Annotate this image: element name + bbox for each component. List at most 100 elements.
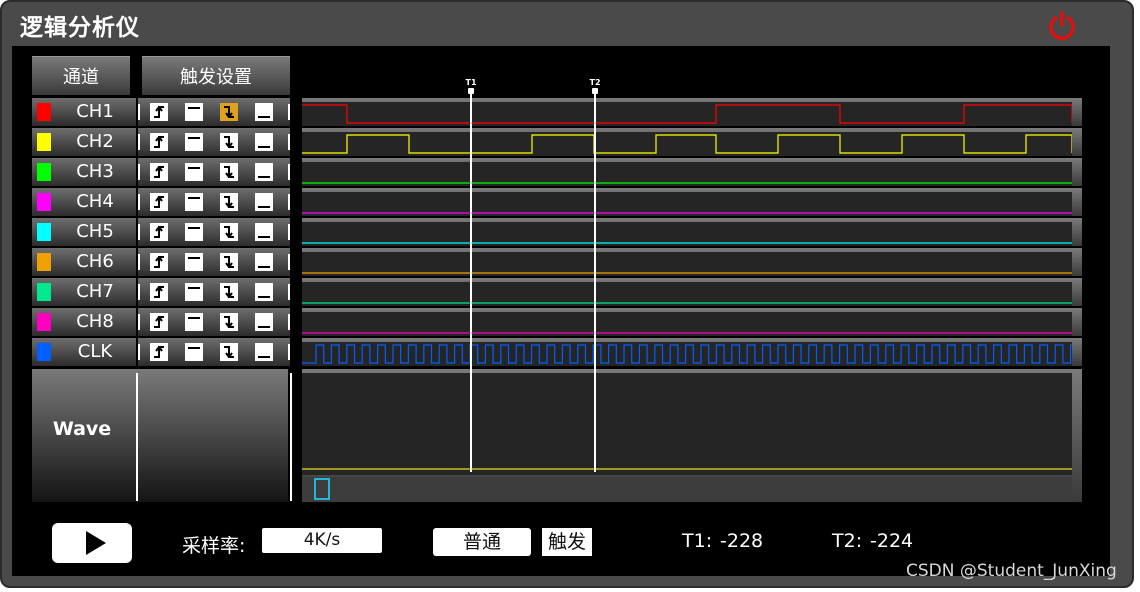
cursor-t1-tag: T1 bbox=[465, 78, 477, 87]
waveform-ch1 bbox=[302, 102, 1072, 126]
wave-scrollbar[interactable] bbox=[302, 477, 1072, 502]
falling-edge-icon[interactable] bbox=[220, 163, 238, 181]
falling-edge-icon[interactable] bbox=[220, 343, 238, 361]
app-title: 逻辑分析仪 bbox=[20, 15, 140, 41]
t1-label: T1: bbox=[682, 530, 713, 552]
rising-edge-icon[interactable] bbox=[150, 253, 168, 271]
channel-label-block[interactable]: CH1 bbox=[32, 98, 136, 126]
separator bbox=[138, 284, 140, 300]
trigger-mode-group bbox=[138, 188, 290, 216]
high-level-icon[interactable] bbox=[185, 223, 203, 241]
rising-edge-icon[interactable] bbox=[150, 343, 168, 361]
channel-color-swatch bbox=[37, 283, 51, 301]
low-level-icon[interactable] bbox=[255, 313, 273, 331]
separator bbox=[288, 224, 290, 240]
separator bbox=[138, 224, 140, 240]
channel-name: CH3 bbox=[76, 161, 114, 182]
channels-button[interactable]: 通道 bbox=[32, 56, 130, 95]
channel-label-block[interactable]: CH2 bbox=[32, 128, 136, 156]
separator bbox=[138, 344, 140, 360]
channel-row-ch2: CH2 bbox=[32, 128, 1082, 156]
sample-rate-field[interactable]: 4K/s bbox=[262, 528, 382, 553]
rising-edge-icon[interactable] bbox=[150, 133, 168, 151]
cursor-t2-line[interactable] bbox=[594, 91, 596, 472]
falling-edge-icon[interactable] bbox=[220, 103, 238, 121]
channel-label-block[interactable]: CH7 bbox=[32, 278, 136, 306]
high-level-icon[interactable] bbox=[185, 283, 203, 301]
falling-edge-icon[interactable] bbox=[220, 223, 238, 241]
channel-label-block[interactable]: CLK bbox=[32, 338, 136, 366]
high-level-icon[interactable] bbox=[185, 133, 203, 151]
separator bbox=[288, 284, 290, 300]
high-level-icon[interactable] bbox=[185, 343, 203, 361]
separator bbox=[138, 314, 140, 330]
low-level-icon[interactable] bbox=[255, 343, 273, 361]
trigger-mode-group bbox=[138, 218, 290, 246]
rising-edge-icon[interactable] bbox=[150, 193, 168, 211]
channel-color-swatch bbox=[37, 133, 51, 151]
separator bbox=[288, 134, 290, 150]
falling-edge-icon[interactable] bbox=[220, 193, 238, 211]
waveform-ch7 bbox=[302, 282, 1072, 306]
channel-color-swatch bbox=[37, 193, 51, 211]
rising-edge-icon[interactable] bbox=[150, 223, 168, 241]
separator bbox=[138, 134, 140, 150]
channel-color-swatch bbox=[37, 313, 51, 331]
rising-edge-icon[interactable] bbox=[150, 163, 168, 181]
channel-name: CLK bbox=[77, 341, 113, 362]
high-level-icon[interactable] bbox=[185, 163, 203, 181]
channel-color-swatch bbox=[37, 103, 51, 121]
rising-edge-icon[interactable] bbox=[150, 283, 168, 301]
mode-normal-button[interactable]: 普通 bbox=[433, 528, 531, 556]
trigger-settings-button[interactable]: 触发设置 bbox=[142, 56, 290, 95]
falling-edge-icon[interactable] bbox=[220, 133, 238, 151]
mode-trigger-button[interactable]: 触发 bbox=[542, 528, 592, 556]
falling-edge-icon[interactable] bbox=[220, 313, 238, 331]
low-level-icon[interactable] bbox=[255, 103, 273, 121]
waveform-ch5 bbox=[302, 222, 1072, 246]
separator bbox=[138, 164, 140, 180]
channel-label-block[interactable]: CH3 bbox=[32, 158, 136, 186]
wave-divider bbox=[136, 373, 138, 501]
falling-edge-icon[interactable] bbox=[220, 283, 238, 301]
cursor-t1-line[interactable] bbox=[470, 91, 472, 472]
wave-label: Wave bbox=[52, 418, 112, 440]
channel-color-swatch bbox=[37, 223, 51, 241]
waveform-clk bbox=[302, 342, 1072, 366]
channel-label-block[interactable]: CH8 bbox=[32, 308, 136, 336]
falling-edge-icon[interactable] bbox=[220, 253, 238, 271]
low-level-icon[interactable] bbox=[255, 193, 273, 211]
low-level-icon[interactable] bbox=[255, 253, 273, 271]
channel-label-block[interactable]: CH5 bbox=[32, 218, 136, 246]
channel-name: CH5 bbox=[76, 221, 114, 242]
scroll-thumb[interactable] bbox=[314, 478, 330, 500]
power-icon[interactable] bbox=[1046, 10, 1078, 42]
separator bbox=[288, 344, 290, 360]
low-level-icon[interactable] bbox=[255, 133, 273, 151]
high-level-icon[interactable] bbox=[185, 313, 203, 331]
low-level-icon[interactable] bbox=[255, 283, 273, 301]
low-level-icon[interactable] bbox=[255, 163, 273, 181]
high-level-icon[interactable] bbox=[185, 103, 203, 121]
cursor-t2-tag: T2 bbox=[589, 78, 601, 87]
wave-divider bbox=[290, 373, 292, 501]
trigger-mode-group bbox=[138, 308, 290, 336]
waveform-trace bbox=[302, 104, 1072, 124]
channel-label-block[interactable]: CH6 bbox=[32, 248, 136, 276]
rising-edge-icon[interactable] bbox=[150, 103, 168, 121]
wave-overview bbox=[302, 373, 1072, 475]
sample-rate-label: 采样率: bbox=[182, 535, 246, 557]
low-level-icon[interactable] bbox=[255, 223, 273, 241]
channel-row-ch4: CH4 bbox=[32, 188, 1082, 216]
channel-label-block[interactable]: CH4 bbox=[32, 188, 136, 216]
high-level-icon[interactable] bbox=[185, 253, 203, 271]
run-button[interactable] bbox=[52, 523, 132, 563]
separator bbox=[288, 194, 290, 210]
separator bbox=[138, 194, 140, 210]
trigger-mode-group bbox=[138, 278, 290, 306]
trigger-mode-group bbox=[138, 248, 290, 276]
high-level-icon[interactable] bbox=[185, 193, 203, 211]
waveform-ch8 bbox=[302, 312, 1072, 336]
rising-edge-icon[interactable] bbox=[150, 313, 168, 331]
channel-name: CH8 bbox=[76, 311, 114, 332]
